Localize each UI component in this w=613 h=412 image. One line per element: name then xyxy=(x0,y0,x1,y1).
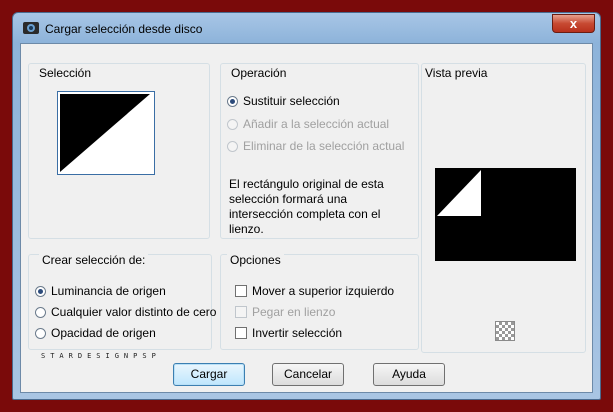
check-mover-box[interactable] xyxy=(235,285,247,297)
group-operacion: Operación Sustituir selección Añadir a l… xyxy=(220,63,419,239)
radio-opacidad[interactable]: Opacidad de origen xyxy=(35,325,156,341)
help-button[interactable]: Ayuda xyxy=(373,363,445,386)
radio-sustituir-label: Sustituir selección xyxy=(243,94,340,108)
radio-luminancia[interactable]: Luminancia de origen xyxy=(35,283,166,299)
group-opciones-label: Opciones xyxy=(227,253,284,267)
radio-opacidad-label: Opacidad de origen xyxy=(51,326,156,340)
radio-eliminar-button[interactable] xyxy=(227,140,238,152)
check-pegar[interactable]: Pegar en lienzo xyxy=(235,304,335,320)
radio-anadir[interactable]: Añadir a la selección actual xyxy=(227,116,389,132)
radio-cualquier-valor-button[interactable] xyxy=(35,306,46,318)
group-opciones: Opciones Mover a superior izquierdo Pega… xyxy=(220,253,419,350)
radio-sustituir[interactable]: Sustituir selección xyxy=(227,93,340,109)
preview-canvas xyxy=(435,168,576,261)
group-crear-label: Crear selección de: xyxy=(39,253,149,267)
radio-luminancia-label: Luminancia de origen xyxy=(51,284,166,298)
selection-thumbnail-image xyxy=(60,94,152,172)
window-title: Cargar selección desde disco xyxy=(45,22,203,36)
cancel-button[interactable]: Cancelar xyxy=(272,363,344,386)
app-icon xyxy=(23,22,39,34)
transparency-checker-icon[interactable] xyxy=(495,321,515,341)
watermark-text: STARDESIGNPSP xyxy=(41,352,161,360)
close-icon: x xyxy=(569,16,578,31)
group-operacion-label: Operación xyxy=(228,66,290,80)
radio-eliminar-label: Eliminar de la selección actual xyxy=(243,139,405,153)
check-mover-label: Mover a superior izquierdo xyxy=(252,284,395,298)
radio-cualquier-valor-label: Cualquier valor distinto de cero xyxy=(51,305,217,319)
group-vista-previa-label: Vista previa xyxy=(422,66,491,80)
group-seleccion: Selección xyxy=(28,63,210,239)
group-crear: Crear selección de: Luminancia de origen… xyxy=(28,253,216,350)
check-invertir-box[interactable] xyxy=(235,327,247,339)
group-vista-previa: Vista previa xyxy=(421,63,586,353)
check-pegar-label: Pegar en lienzo xyxy=(252,305,336,319)
radio-luminancia-button[interactable] xyxy=(35,285,46,297)
radio-eliminar[interactable]: Eliminar de la selección actual xyxy=(227,138,404,154)
close-button[interactable]: x xyxy=(552,14,595,33)
radio-anadir-label: Añadir a la selección actual xyxy=(243,117,390,131)
dialog-window: Cargar selección desde disco x Selección… xyxy=(12,12,601,400)
radio-opacidad-button[interactable] xyxy=(35,327,46,339)
outer-frame: Cargar selección desde disco x Selección… xyxy=(0,0,613,412)
dialog-client: Selección Operación Sustituir selección xyxy=(20,43,593,393)
check-mover[interactable]: Mover a superior izquierdo xyxy=(235,283,394,299)
group-seleccion-label: Selección xyxy=(36,66,95,80)
load-button[interactable]: Cargar xyxy=(173,363,245,386)
selection-thumbnail[interactable] xyxy=(57,91,155,175)
check-invertir-label: Invertir selección xyxy=(252,326,343,340)
title-bar[interactable]: Cargar selección desde disco x xyxy=(13,13,600,43)
check-pegar-box[interactable] xyxy=(235,306,247,318)
operacion-info-text: El rectángulo original de esta selección… xyxy=(229,177,384,236)
check-invertir[interactable]: Invertir selección xyxy=(235,325,342,341)
radio-cualquier-valor[interactable]: Cualquier valor distinto de cero xyxy=(35,304,216,320)
radio-anadir-button[interactable] xyxy=(227,118,238,130)
preview-image xyxy=(437,170,481,216)
radio-sustituir-button[interactable] xyxy=(227,95,238,107)
